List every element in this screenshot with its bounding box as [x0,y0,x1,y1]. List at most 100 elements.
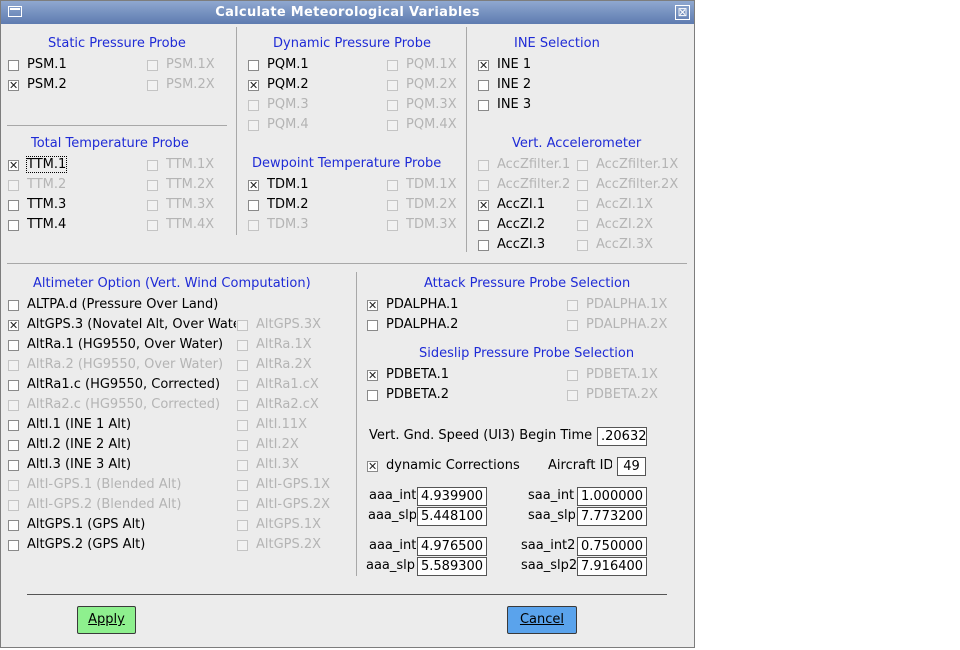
total-temperature-title: Total Temperature Probe [31,136,189,151]
checkbox-label: AccZfilter.1 [497,157,571,172]
saa-int1-input[interactable]: 1.000000 [577,487,647,506]
checkbox-box[interactable] [367,390,378,401]
checkbox-label: TTM.2 [27,177,67,192]
static-pressure-title: Static Pressure Probe [48,36,186,51]
checkbox-box [387,60,398,71]
checkbox-box[interactable] [8,440,19,451]
saa-int2-input[interactable]: 0.750000 [577,537,647,556]
checkbox-label: AltI.1 (INE 1 Alt) [27,417,132,432]
apply-button[interactable]: Apply [77,606,136,634]
checkbox-label: TTM.1 [25,156,68,173]
checkbox-box[interactable] [8,340,19,351]
checkbox-label: PQM.1 [267,57,309,72]
checkbox-box[interactable]: ✕ [248,180,259,191]
vert-accelerometer-title: Vert. Accelerometer [512,136,642,151]
checkbox-box [147,160,158,171]
aircraft-id-input[interactable]: 49 [617,457,646,476]
checkbox-box [387,120,398,131]
checkbox-label: AltGPS.3X [256,317,322,332]
checkbox-label: AltI.3 (INE 3 Alt) [27,457,132,472]
checkbox-label: PDALPHA.1X [586,297,668,312]
checkbox-label: AltRa.2 (HG9550, Over Water) [27,357,224,372]
checkbox-box[interactable] [248,60,259,71]
checkbox-label: AltI.2 (INE 2 Alt) [27,437,132,452]
aaa-int1-input[interactable]: 4.939900 [417,487,487,506]
title-bar[interactable]: Calculate Meteorological Variables ⊠ [1,1,694,24]
checkbox-box[interactable]: ✕ [367,461,378,472]
saa-slp2-input[interactable]: 7.916400 [577,557,647,576]
checkbox-label: TDM.3X [406,217,457,232]
checkbox-label: TTM.4X [166,217,215,232]
checkbox-box [577,200,588,211]
checkbox-box[interactable]: ✕ [8,160,19,171]
checkbox-label: AccZI.2X [596,217,654,232]
checkbox-box [147,60,158,71]
checkbox-label: PQM.4 [267,117,309,132]
checkbox-label: PSM.2X [166,77,215,92]
checkbox-label: PDALPHA.2X [586,317,668,332]
checkbox-label: PDALPHA.1 [386,297,459,312]
checkbox-label: PQM.2 [267,77,309,92]
ine-selection-title: INE Selection [514,36,600,51]
checkbox-label: PDBETA.2 [386,387,449,402]
checkbox-box[interactable] [8,200,19,211]
checkbox-box[interactable]: ✕ [367,370,378,381]
checkbox-box[interactable]: ✕ [478,200,489,211]
checkbox-box [577,220,588,231]
checkbox-box [8,500,19,511]
checkbox-box [237,340,248,351]
checkbox-box[interactable] [367,320,378,331]
vgs-begin-time-input[interactable]: .20632 [597,427,647,446]
checkbox-box [248,120,259,131]
checkbox-label: AltI.11X [256,417,308,432]
checkbox-box[interactable] [8,420,19,431]
checkbox-label: AltI.2X [256,437,299,452]
checkbox-label: AltI.3X [256,457,299,472]
checkbox-box [237,520,248,531]
checkbox-box[interactable]: ✕ [478,60,489,71]
checkbox-box [237,500,248,511]
checkbox-box[interactable] [8,380,19,391]
checkbox-label: AltRa.1X [256,337,312,352]
checkbox-label: AltI-GPS.1 (Blended Alt) [27,477,182,492]
checkbox-label: TTM.3X [166,197,215,212]
close-icon[interactable]: ⊠ [675,5,690,20]
cancel-button[interactable]: Cancel [507,606,577,634]
checkbox-box [567,320,578,331]
checkbox-label: TTM.1X [166,157,215,172]
checkbox-box[interactable]: ✕ [8,320,19,331]
column-divider [236,27,237,235]
checkbox-box[interactable]: ✕ [367,300,378,311]
checkbox-box[interactable] [8,220,19,231]
checkbox-box[interactable] [478,100,489,111]
checkbox-box[interactable] [8,300,19,311]
aaa-int2-input[interactable]: 4.976500 [417,537,487,556]
checkbox-label: AltGPS.3 (Novatel Alt, Over Water) [27,317,236,332]
checkbox-box[interactable] [248,200,259,211]
aaa-slp1-input[interactable]: 5.448100 [417,507,487,526]
checkbox-label: TTM.2X [166,177,215,192]
checkbox-box[interactable] [8,520,19,531]
aircraft-id-label: Aircraft ID [548,458,612,473]
checkbox-box [248,100,259,111]
checkbox-label: TDM.3 [267,217,309,232]
checkbox-label: PQM.4X [406,117,457,132]
checkbox-label: AltGPS.1 (GPS Alt) [27,517,146,532]
dewpoint-temperature-title: Dewpoint Temperature Probe [252,156,442,171]
checkbox-label: PSM.1 [27,57,67,72]
aaa-slp2-input[interactable]: 5.589300 [417,557,487,576]
checkbox-box[interactable] [8,60,19,71]
checkbox-box[interactable] [478,80,489,91]
checkbox-label: AccZI.2 [497,217,546,232]
checkbox-box[interactable]: ✕ [248,80,259,91]
checkbox-box[interactable]: ✕ [8,80,19,91]
checkbox-box [237,400,248,411]
checkbox-box[interactable] [478,240,489,251]
saa-slp1-input[interactable]: 7.773200 [577,507,647,526]
checkbox-box[interactable] [8,460,19,471]
checkbox-box[interactable] [478,220,489,231]
checkbox-box[interactable] [8,540,19,551]
checkbox-box [147,200,158,211]
checkbox-label: AltRa1.c (HG9550, Corrected) [27,377,221,392]
checkbox-label: AltI-GPS.2X [256,497,331,512]
